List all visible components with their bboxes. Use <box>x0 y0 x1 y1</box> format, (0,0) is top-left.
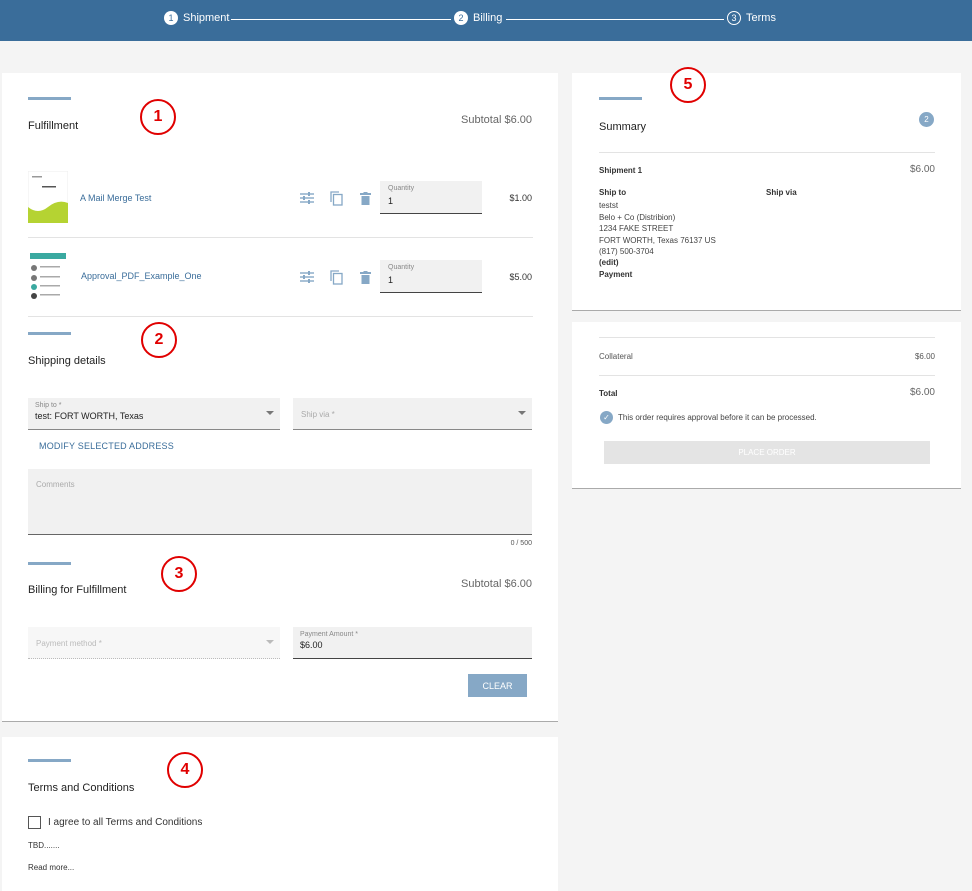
fulfillment-subtotal: Subtotal $6.00 <box>461 114 532 126</box>
quantity-value: 1 <box>388 275 394 285</box>
comments-placeholder: Comments <box>36 480 75 489</box>
totals-divider <box>599 375 935 376</box>
comments-textarea[interactable]: Comments <box>28 469 532 535</box>
chevron-down-icon <box>266 640 274 644</box>
item-price: $1.00 <box>509 193 532 203</box>
agree-checkbox[interactable] <box>28 816 41 829</box>
quantity-input[interactable]: Quantity 1 <box>380 260 482 293</box>
address-line: Belo + Co (Distribion) <box>599 212 676 222</box>
payment-method-placeholder: Payment method * <box>36 639 102 648</box>
callout-marker: 5 <box>670 67 706 103</box>
section-accent <box>28 332 71 335</box>
read-more-link[interactable]: Read more... <box>28 863 74 872</box>
step-terms[interactable]: 3 Terms <box>727 11 776 25</box>
summary-panel: Summary 2 Shipment 1 $6.00 Ship to Ship … <box>572 73 961 311</box>
ship-to-heading: Ship to <box>599 188 627 197</box>
modify-address-link[interactable]: MODIFY SELECTED ADDRESS <box>39 441 174 451</box>
section-accent <box>28 97 71 100</box>
shipment-label: Shipment 1 <box>599 166 643 175</box>
ship-via-select[interactable]: Ship via * <box>293 398 532 430</box>
payment-amount-input[interactable]: Payment Amount * $6.00 <box>293 627 532 659</box>
step-billing[interactable]: 2 Billing <box>454 11 502 25</box>
step-label: Terms <box>746 12 776 24</box>
section-accent <box>28 562 71 565</box>
item-price: $5.00 <box>509 272 532 282</box>
ship-via-placeholder: Ship via * <box>301 410 335 419</box>
totals-panel: Collateral $6.00 Total $6.00 ✓ This orde… <box>572 322 961 489</box>
terms-title: Terms and Conditions <box>28 782 135 794</box>
chevron-down-icon <box>518 411 526 415</box>
section-accent <box>599 97 642 100</box>
section-accent <box>28 759 71 762</box>
payment-heading: Payment <box>599 270 633 279</box>
step-number: 1 <box>164 11 178 25</box>
callout-marker: 1 <box>140 99 176 135</box>
section-divider <box>28 316 533 317</box>
fulfillment-title: Fulfillment <box>28 120 79 132</box>
trash-icon[interactable] <box>357 269 373 285</box>
payment-method-select[interactable]: Payment method * <box>28 627 280 659</box>
item-count-badge: 2 <box>919 112 934 127</box>
summary-title: Summary <box>599 121 647 133</box>
item-divider <box>28 237 533 238</box>
clear-button[interactable]: CLEAR <box>468 674 527 697</box>
address-line: (817) 500-3704 <box>599 247 654 256</box>
terms-panel: Terms and Conditions I agree to all Term… <box>2 737 558 891</box>
billing-title: Billing for Fulfillment <box>28 584 127 596</box>
billing-subtotal: Subtotal $6.00 <box>461 578 532 590</box>
collateral-amount: $6.00 <box>914 352 935 361</box>
callout-marker: 3 <box>161 556 197 592</box>
step-connector <box>506 19 724 20</box>
options-icon[interactable] <box>299 269 315 285</box>
ship-via-heading: Ship via <box>766 188 797 197</box>
item-name-link[interactable]: Approval_PDF_Example_One <box>81 271 202 281</box>
step-shipment[interactable]: 1 Shipment <box>164 11 229 25</box>
summary-divider <box>599 152 935 153</box>
step-number: 2 <box>454 11 468 25</box>
step-connector <box>231 19 451 20</box>
copy-icon[interactable] <box>328 269 344 285</box>
total-label: Total <box>599 389 618 398</box>
terms-body: TBD....... <box>28 841 60 850</box>
callout-marker: 4 <box>167 752 203 788</box>
collateral-label: Collateral <box>599 352 633 361</box>
item-name-link[interactable]: A Mail Merge Test <box>80 193 151 203</box>
payment-amount-value: $6.00 <box>300 640 323 650</box>
shipping-title: Shipping details <box>28 355 106 367</box>
check-icon: ✓ <box>600 411 613 424</box>
place-order-button[interactable]: PLACE ORDER <box>604 441 930 464</box>
ship-to-value: test: FORT WORTH, Texas <box>35 411 144 421</box>
step-number: 3 <box>727 11 741 25</box>
shipping-address: testst Belo + Co (Distribion) 1234 FAKE … <box>599 200 716 258</box>
total-amount: $6.00 <box>909 387 935 398</box>
quantity-value: 1 <box>388 196 394 206</box>
chevron-down-icon <box>266 411 274 415</box>
agree-label[interactable]: I agree to all Terms and Conditions <box>48 817 202 828</box>
copy-icon[interactable] <box>328 190 344 206</box>
checkout-stepper: 1 Shipment 2 Billing 3 Terms <box>0 0 972 41</box>
callout-marker: 2 <box>141 322 177 358</box>
step-label: Billing <box>473 12 503 24</box>
edit-address-link[interactable]: (edit) <box>599 258 619 267</box>
address-line: testst <box>599 201 619 210</box>
checkout-main-panel: Fulfillment Subtotal $6.00 A Mail Merge … <box>2 73 558 722</box>
approval-notice: ✓ This order requires approval before it… <box>600 411 817 424</box>
quantity-label: Quantity <box>388 185 415 192</box>
item-thumbnail[interactable] <box>28 251 68 303</box>
ship-to-select[interactable]: Ship to * test: FORT WORTH, Texas <box>28 398 280 430</box>
quantity-input[interactable]: Quantity 1 <box>380 181 482 214</box>
ship-to-label: Ship to * <box>35 402 62 409</box>
quantity-label: Quantity <box>388 264 415 271</box>
trash-icon[interactable] <box>357 190 373 206</box>
comments-counter: 0 / 500 <box>510 540 532 547</box>
step-label: Shipment <box>183 12 230 24</box>
address-line: FORT WORTH, Texas 76137 US <box>599 235 716 245</box>
options-icon[interactable] <box>299 190 315 206</box>
item-thumbnail[interactable] <box>28 171 68 223</box>
approval-text: This order requires approval before it c… <box>618 413 817 422</box>
shipment-amount: $6.00 <box>909 164 935 175</box>
payment-amount-label: Payment Amount * <box>300 631 358 638</box>
address-line: 1234 FAKE STREET <box>599 224 674 233</box>
totals-divider <box>599 337 935 338</box>
